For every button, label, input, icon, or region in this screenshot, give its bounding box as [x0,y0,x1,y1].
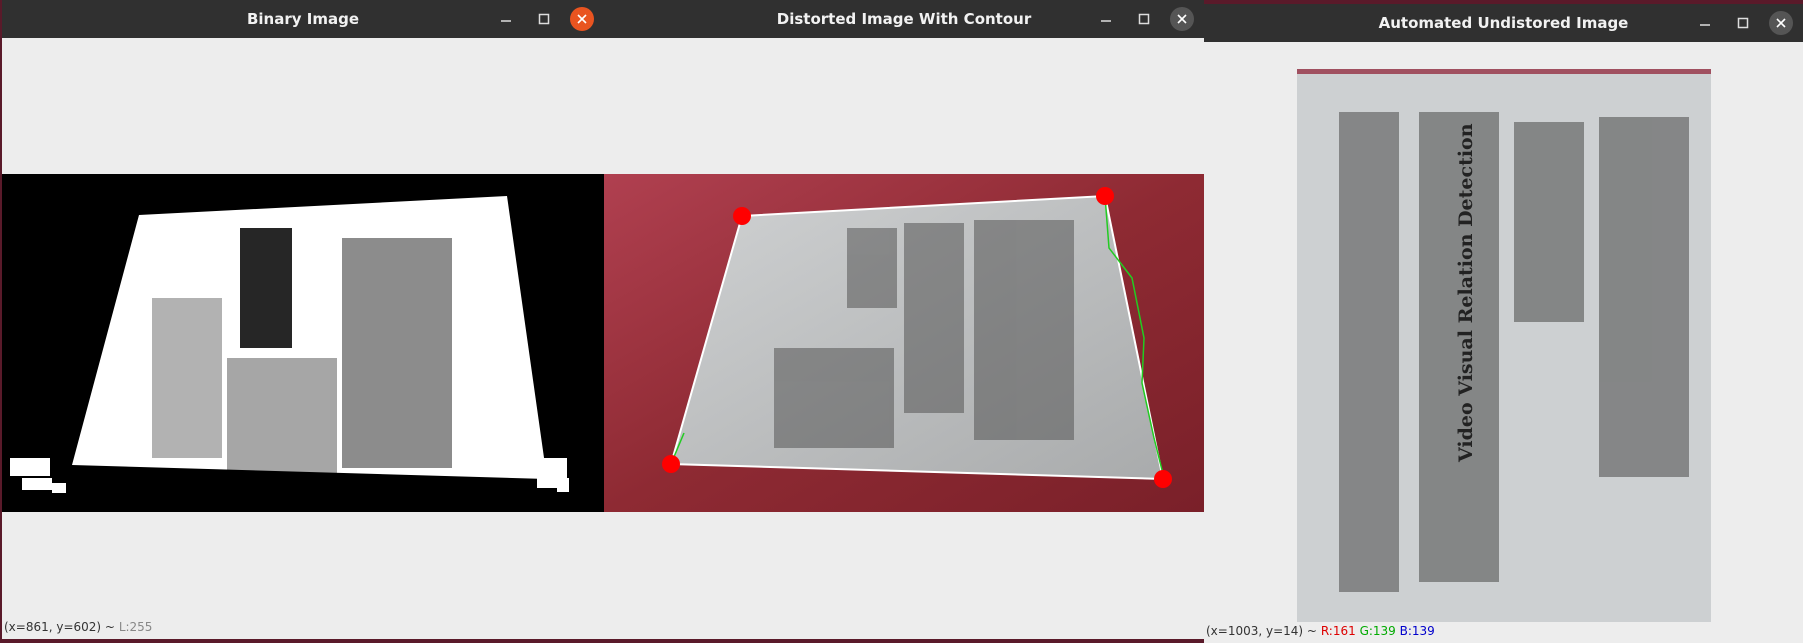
image-canvas[interactable] [604,38,1204,639]
status-blue: B:139 [1399,624,1435,638]
minimize-icon[interactable] [494,7,518,31]
window-title: Binary Image [246,10,360,28]
status-green: G:139 [1359,624,1396,638]
status-bar: (x=861, y=602) ~ L:255 [4,620,152,634]
window-title: Automated Undistored Image [1378,14,1629,32]
close-icon[interactable] [570,7,594,31]
distorted-image-window: Distorted Image With Contour [604,0,1204,639]
binary-image [2,174,604,512]
minimize-icon[interactable] [1094,7,1118,31]
undistorted-image-window: Automated Undistored Image Video Visual [1204,4,1803,643]
status-coords: (x=1003, y=14) ~ [1206,624,1317,638]
close-icon[interactable] [1170,7,1194,31]
undistorted-image: Video Visual Relation Detection [1297,69,1711,622]
window-titlebar[interactable]: Binary Image [2,0,604,38]
status-coords: (x=861, y=602) ~ [4,620,115,634]
binary-image-window: Binary Image (x=861, y=602) ~ L:255 [2,0,604,639]
status-red: R:161 [1320,624,1356,638]
status-bar: (x=1003, y=14) ~ R:161 G:139 B:139 [1206,624,1435,638]
maximize-icon[interactable] [1731,11,1755,35]
image-canvas[interactable]: Video Visual Relation Detection (x=1003,… [1204,42,1803,639]
minimize-icon[interactable] [1693,11,1717,35]
maximize-icon[interactable] [1132,7,1156,31]
document-title: Video Visual Relation Detection [1455,123,1477,463]
window-title: Distorted Image With Contour [776,10,1032,28]
image-canvas[interactable]: (x=861, y=602) ~ L:255 [2,38,604,639]
window-titlebar[interactable]: Automated Undistored Image [1204,4,1803,42]
distorted-image [604,174,1204,512]
close-icon[interactable] [1769,11,1793,35]
maximize-icon[interactable] [532,7,556,31]
window-titlebar[interactable]: Distorted Image With Contour [604,0,1204,38]
status-luminance: L:255 [118,620,153,634]
